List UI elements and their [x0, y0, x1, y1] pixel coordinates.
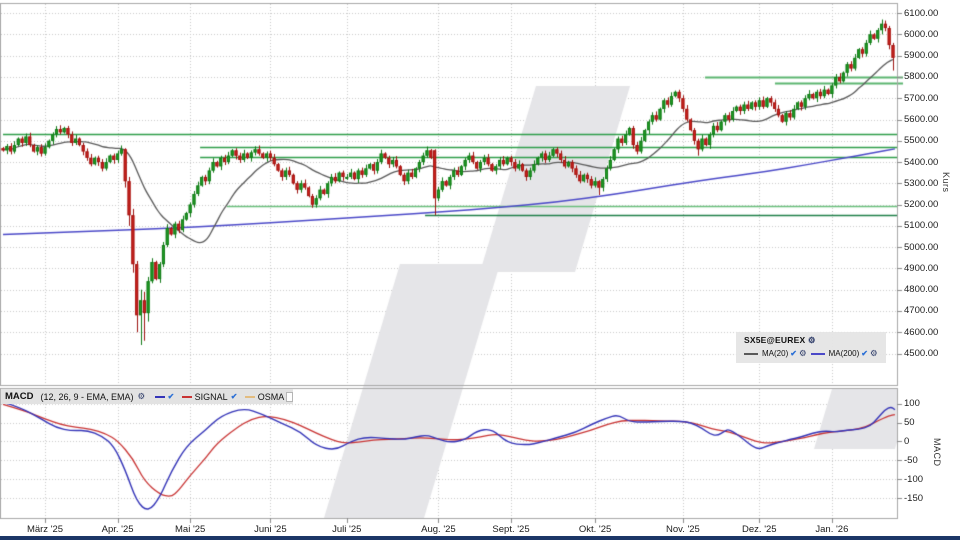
- price-tick-label: 5300.00: [904, 177, 939, 189]
- date-tick-label: März '25: [26, 524, 64, 535]
- date-tick-label: Okt. '25: [578, 524, 612, 535]
- price-tick-label: 5700.00: [904, 92, 939, 104]
- bottom-bar: [0, 536, 960, 540]
- signal-swatch: [182, 395, 192, 398]
- price-tick-label: 4700.00: [904, 305, 939, 317]
- macd-line-swatch: [155, 395, 165, 398]
- date-tick-label: Dez. '25: [742, 524, 777, 535]
- macd-tick-label: 0: [904, 435, 910, 447]
- ma200-settings-icon[interactable]: ⚙: [870, 349, 878, 358]
- price-tick-label: 4500.00: [904, 348, 939, 360]
- ma200-swatch: [810, 352, 825, 355]
- ma20-settings-icon[interactable]: ⚙: [799, 349, 807, 358]
- ma200-checkbox[interactable]: ✔: [861, 349, 868, 358]
- macd-tick-label: 100: [904, 398, 920, 410]
- ma20-checkbox[interactable]: ✔: [790, 349, 797, 358]
- macd-title: MACD: [5, 391, 34, 402]
- price-tick-label: 5100.00: [904, 220, 939, 232]
- price-tick-label: 5000.00: [904, 241, 939, 253]
- instrument-name: SX5E@EUREX: [744, 335, 806, 345]
- date-tick-label: Jan. '26: [815, 524, 849, 535]
- signal-label: SIGNAL: [194, 391, 228, 402]
- price-tick-label: 4900.00: [904, 262, 939, 274]
- macd-legend: MACD (12, 26, 9 - EMA, EMA) ⚙ ✔ SIGNAL ✔…: [1, 389, 294, 404]
- macd-axis-title: MACD: [932, 438, 942, 467]
- date-tick-label: Juli '25: [332, 524, 362, 535]
- date-tick-label: Sept. '25: [492, 524, 530, 535]
- price-tick-label: 6000.00: [904, 28, 939, 40]
- macd-checkbox[interactable]: ✔: [168, 392, 175, 401]
- instrument-settings-icon[interactable]: ⚙: [808, 335, 816, 345]
- price-tick-label: 5500.00: [904, 135, 939, 147]
- ma200-label: MA(200): [828, 349, 860, 358]
- price-chart-canvas[interactable]: [0, 0, 960, 540]
- chart-root: 6100.00 6000.00 5900.00 5800.00 5700.00 5600.…: [0, 0, 960, 540]
- kurs-axis-title: Kurs: [941, 172, 951, 193]
- price-tick-label: 5200.00: [904, 199, 939, 211]
- macd-params: (12, 26, 9 - EMA, EMA): [40, 391, 134, 402]
- price-tick-label: 4800.00: [904, 284, 939, 296]
- instrument-legend: SX5E@EUREX ⚙ MA(20) ✔ ⚙ MA(200) ✔ ⚙: [736, 332, 886, 363]
- price-tick-label: 5900.00: [904, 50, 939, 62]
- date-tick-label: Juni '25: [254, 524, 287, 535]
- price-tick-label: 6100.00: [904, 7, 939, 19]
- macd-tick-label: -50: [904, 454, 918, 466]
- date-tick-label: Apr. '25: [101, 524, 134, 535]
- price-tick-label: 4600.00: [904, 326, 939, 338]
- date-tick-label: Aug. '25: [421, 524, 456, 535]
- date-tick-label: Nov. '25: [665, 524, 700, 535]
- signal-checkbox[interactable]: ✔: [231, 392, 238, 401]
- ma20-label: MA(20): [762, 349, 789, 358]
- osma-checkbox[interactable]: [286, 391, 294, 402]
- macd-settings-icon[interactable]: ⚙: [138, 392, 146, 401]
- macd-tick-label: -100: [904, 473, 924, 485]
- macd-tick-label: -150: [904, 492, 924, 504]
- price-tick-label: 5800.00: [904, 71, 939, 83]
- osma-swatch: [245, 395, 255, 398]
- price-tick-label: 5600.00: [904, 114, 939, 125]
- osma-label: OSMA: [257, 391, 285, 402]
- macd-tick-label: 50: [904, 417, 915, 429]
- price-tick-label: 5400.00: [904, 156, 939, 168]
- ma20-swatch: [744, 352, 758, 355]
- date-tick-label: Mai '25: [174, 524, 206, 535]
